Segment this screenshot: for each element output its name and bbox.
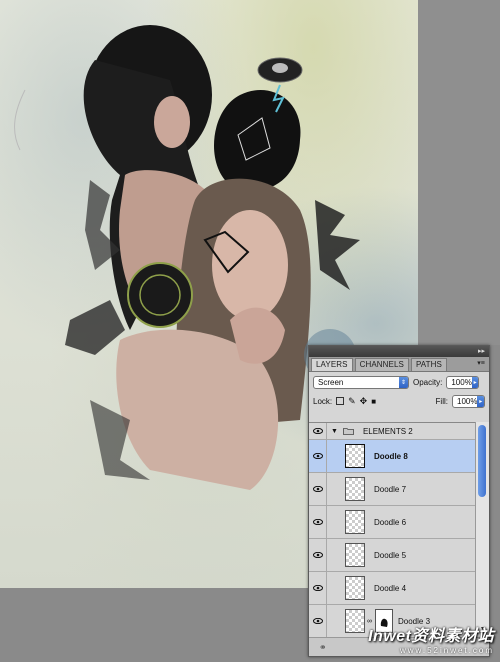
layer-thumbnail (345, 543, 365, 567)
tab-layers[interactable]: LAYERS (311, 358, 353, 371)
opacity-dropdown-icon[interactable]: ▸ (471, 376, 479, 388)
layer-name: Doodle 8 (374, 451, 408, 461)
panel-titlebar[interactable]: ▸▸ (309, 346, 489, 357)
layer-row[interactable]: Doodle 5 (309, 539, 475, 572)
fill-value: 100% (457, 396, 478, 406)
lock-transparent-icon[interactable] (336, 397, 345, 405)
opacity-value: 100% (451, 377, 472, 387)
watermark: Inwet资料素材站 www.52inwet.com (319, 622, 494, 658)
visibility-toggle[interactable] (309, 423, 327, 439)
layer-name: Doodle 5 (374, 550, 407, 560)
lock-label: Lock: (313, 396, 333, 406)
fill-dropdown-icon[interactable]: ▸ (477, 395, 484, 407)
layer-group-row[interactable]: ▼ ELEMENTS 2 (309, 423, 475, 440)
visibility-toggle[interactable] (309, 506, 327, 538)
tab-paths[interactable]: PATHS (410, 358, 447, 371)
layers-scrollbar[interactable]: ▾ (475, 422, 489, 636)
layer-thumbnail (345, 444, 365, 468)
watermark-url: www.52inwet.com (399, 646, 494, 655)
fill-field[interactable]: 100% ▸ (452, 394, 485, 408)
layer-thumbnail (345, 510, 365, 534)
layer-thumbnail (345, 576, 365, 600)
visibility-toggle[interactable] (309, 572, 327, 604)
visibility-toggle[interactable] (309, 473, 327, 505)
tab-channels[interactable]: CHANNELS (354, 358, 409, 371)
collapse-icon[interactable]: ▸▸ (477, 347, 486, 356)
layer-row[interactable]: Doodle 4 (309, 572, 475, 605)
layers-list[interactable]: ▼ ELEMENTS 2 Doodle 8 Doodle 7 Doodle 6 (309, 422, 475, 637)
lock-move-icon[interactable]: ✥ (360, 396, 368, 407)
layers-panel[interactable]: ▸▸ LAYERS CHANNELS PATHS ▾≡ Screen ⇕ Opa… (308, 345, 490, 657)
layer-name: Doodle 4 (374, 583, 407, 593)
layer-row[interactable]: Doodle 6 (309, 506, 475, 539)
scrollbar-thumb[interactable] (478, 425, 486, 497)
black-blob (213, 90, 301, 191)
select-arrow-icon: ⇕ (399, 376, 408, 388)
eye-icon (312, 486, 323, 492)
layer-name: Doodle 7 (374, 484, 407, 494)
layer-thumbnail (345, 477, 365, 501)
layer-row[interactable]: Doodle 7 (309, 473, 475, 506)
opacity-label: Opacity: (413, 377, 443, 387)
panel-tabs: LAYERS CHANNELS PATHS ▾≡ (309, 357, 489, 372)
blend-mode-value: Screen (318, 377, 344, 387)
lock-brush-icon[interactable]: ✎ (348, 396, 356, 407)
fill-label: Fill: (435, 396, 448, 406)
woman1-face (154, 96, 190, 148)
layer-row[interactable]: Doodle 8 (309, 440, 475, 473)
circle-motif (127, 262, 193, 328)
blend-mode-select[interactable]: Screen ⇕ (313, 375, 409, 389)
folder-icon (343, 428, 354, 435)
watermark-title: Inwet资料素材站 (368, 628, 494, 645)
eye-icon (312, 519, 323, 525)
group-name: ELEMENTS 2 (362, 426, 413, 436)
lock-row: Lock: ✎ ✥ ■ Fill: 100% ▸ (309, 392, 489, 410)
blend-row: Screen ⇕ Opacity: 100% ▸ (309, 372, 489, 392)
workspace-background (418, 0, 500, 345)
visibility-toggle[interactable] (309, 440, 327, 472)
group-expand-icon[interactable]: ▼ (331, 428, 338, 435)
eye-icon (312, 552, 323, 558)
lock-all-icon[interactable]: ■ (371, 397, 376, 406)
visibility-toggle[interactable] (309, 539, 327, 571)
panel-menu-icon[interactable]: ▾≡ (476, 359, 486, 368)
opacity-field[interactable]: 100% ▸ (446, 375, 480, 389)
layer-name: Doodle 6 (374, 517, 407, 527)
eye-icon (312, 428, 323, 434)
eye-icon (312, 585, 323, 591)
eye-icon (312, 453, 323, 459)
